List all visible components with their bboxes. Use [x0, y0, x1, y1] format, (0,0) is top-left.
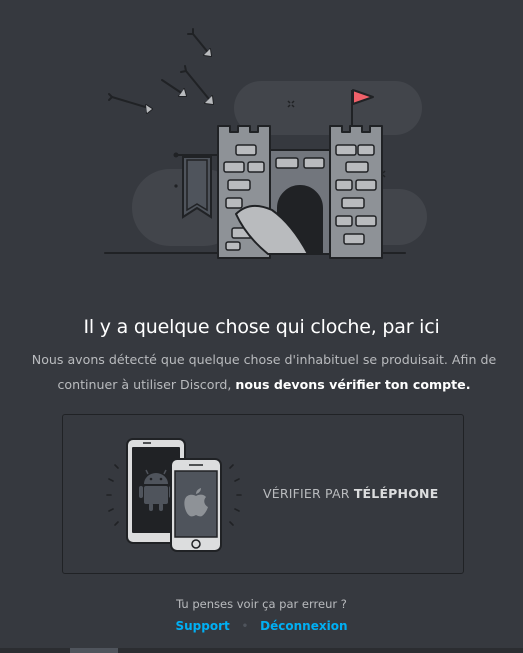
mistake-question: Tu penses voir ça par erreur ?: [176, 597, 347, 611]
verify-label: VÉRIFIER PAR TÉLÉPHONE: [263, 486, 438, 501]
castle-illustration: [104, 28, 427, 259]
footer-links: Support • Déconnexion: [0, 619, 523, 633]
dot-decoration: [174, 184, 178, 188]
verify-method: TÉLÉPHONE: [353, 486, 439, 501]
scrollbar-thumb[interactable]: [70, 648, 118, 653]
verify-label-prefix: VÉRIFIER PAR: [263, 486, 354, 501]
verify-by-phone-button[interactable]: VÉRIFIER PAR TÉLÉPHONE: [62, 414, 464, 574]
description-emphasis: nous devons vérifier ton compte.: [235, 377, 471, 392]
description-line2: continuer à utiliser Discord,: [57, 377, 236, 392]
horizontal-scrollbar[interactable]: [0, 648, 523, 653]
link-separator: •: [241, 621, 249, 632]
phone-illustration: [106, 438, 242, 552]
verification-page: Il y a quelque chose qui cloche, par ici…: [0, 0, 523, 653]
logout-link[interactable]: Déconnexion: [260, 619, 347, 633]
arrow-icon: [108, 28, 214, 114]
arrow-heads: [146, 49, 213, 113]
support-link[interactable]: Support: [176, 619, 230, 633]
page-title: Il y a quelque chose qui cloche, par ici: [83, 316, 440, 338]
description-line1: Nous avons détecté que quelque chose d'i…: [31, 352, 497, 367]
page-description: Nous avons détecté que quelque chose d'i…: [14, 347, 514, 397]
